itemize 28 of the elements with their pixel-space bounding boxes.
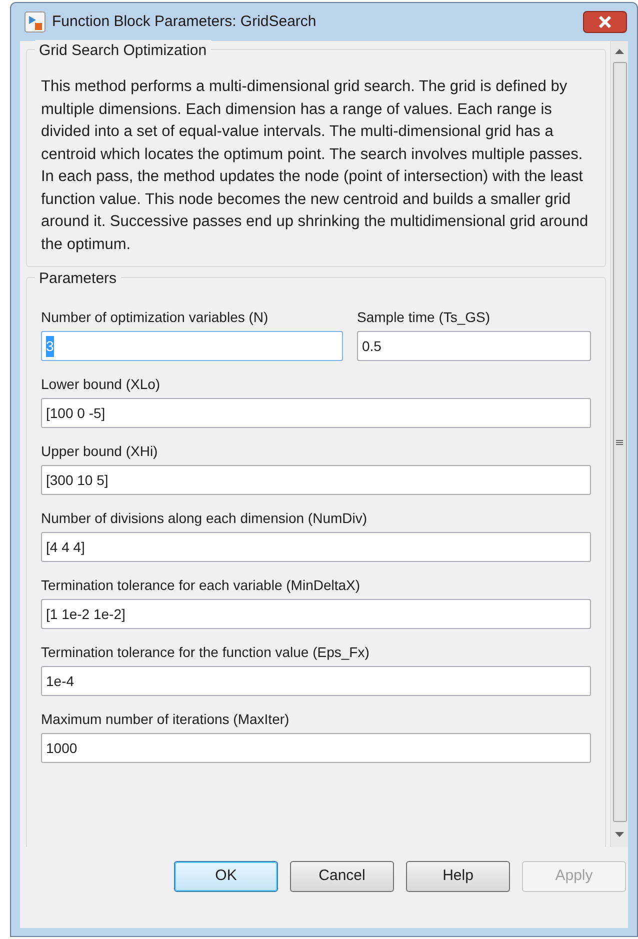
field-label: Number of optimization variables (N) — [41, 308, 270, 327]
field-label: Maximum number of iterations (MaxIter) — [41, 710, 290, 729]
field-label: Termination tolerance for each variable (MinDeltaX) — [41, 576, 362, 595]
scroll-down-icon — [615, 832, 624, 837]
input-field[interactable]: 1000 — [41, 733, 591, 763]
input-field[interactable]: [4 4 4] — [41, 532, 591, 562]
input-field[interactable]: [300 10 5] — [41, 465, 591, 495]
field-label: Lower bound (XLo) — [41, 375, 162, 394]
field-label: Number of divisions along each dimension (NumDiv) — [41, 509, 368, 528]
field-label: Sample time (Ts_GS) — [357, 308, 492, 327]
close-icon — [598, 16, 612, 28]
field-label: Termination tolerance for the function value (Eps_Fx) — [41, 643, 370, 662]
close-button[interactable] — [583, 11, 627, 33]
window-title: Function Block Parameters: GridSearch — [52, 12, 316, 32]
dialog-button[interactable]: Cancel — [290, 861, 394, 892]
input-field[interactable]: 0.5 — [357, 331, 591, 361]
field-label: Upper bound (XHi) — [41, 442, 159, 461]
description-text: This method performs a multi-dimensional grid search. The grid is defined by multiple dimensions. Each dimension has a range of values. Each range is divided into a set of equal-value intervals. The multi-dimensional grid has a centroid which locates the optimum point. The search involves multiple passes. In each pass, the method updates the node (point of intersection) with the least function value. This node becomes the new centroid and builds a smaller grid around it. Successive passes end up shrinking the multidimensional grid around the optimum. — [41, 77, 590, 254]
scrollbar-thumb[interactable] — [612, 62, 626, 822]
app-icon — [24, 11, 46, 33]
input-field[interactable]: [1 1e-2 1e-2] — [41, 599, 591, 629]
input-field[interactable]: 1e-4 — [41, 666, 591, 696]
grip-icon — [616, 440, 623, 444]
input-field[interactable]: [100 0 -5] — [41, 398, 591, 428]
dialog-button[interactable]: OK — [174, 861, 278, 892]
scroll-up-icon — [615, 49, 624, 54]
dialog-button[interactable]: Help — [406, 861, 510, 892]
scrollbar[interactable] — [610, 41, 628, 847]
